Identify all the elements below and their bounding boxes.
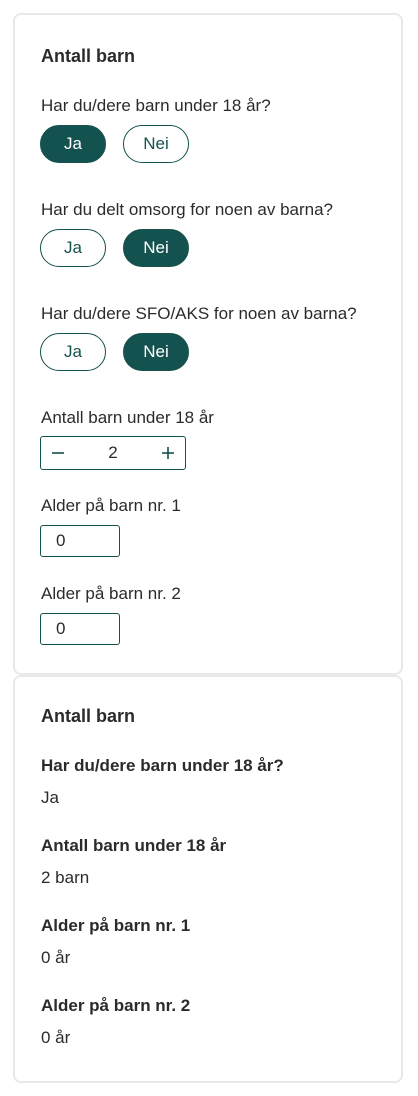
sfo-no-button[interactable]: Nei <box>123 333 189 371</box>
children-form-card: Antall barn Har du/dere barn under 18 år… <box>13 13 403 675</box>
question-shared-care: Har du delt omsorg for noen av barna? <box>41 200 334 219</box>
children-count-label: Antall barn under 18 år <box>41 408 214 427</box>
question-sfo-aks: Har du/dere SFO/AKS for noen av barna? <box>41 304 357 323</box>
child-1-age-input[interactable] <box>40 525 120 557</box>
increment-button[interactable] <box>151 437 185 469</box>
decrement-button[interactable] <box>41 437 75 469</box>
summary-age1-value: 0 år <box>41 948 71 967</box>
summary-age2-value: 0 år <box>41 1028 71 1047</box>
shared-care-no-button[interactable]: Nei <box>123 229 189 267</box>
summary-age2-label: Alder på barn nr. 2 <box>41 996 191 1015</box>
summary-count-value: 2 barn <box>41 868 90 887</box>
plus-icon <box>162 447 174 459</box>
summary-children-value: Ja <box>41 788 59 807</box>
children-yes-button[interactable]: Ja <box>40 125 106 163</box>
question-children-under-18: Har du/dere barn under 18 år? <box>41 96 271 115</box>
children-count-stepper: 2 <box>40 436 186 470</box>
summary-children-label: Har du/dere barn under 18 år? <box>41 756 284 775</box>
shared-care-yes-button[interactable]: Ja <box>40 229 106 267</box>
sfo-yes-button[interactable]: Ja <box>40 333 106 371</box>
child-1-age-label: Alder på barn nr. 1 <box>41 496 181 515</box>
children-no-button[interactable]: Nei <box>123 125 189 163</box>
child-2-age-input[interactable] <box>40 613 120 645</box>
children-summary-card: Antall barn Har du/dere barn under 18 år… <box>13 675 403 1083</box>
child-2-age-label: Alder på barn nr. 2 <box>41 584 181 603</box>
summary-title: Antall barn <box>41 706 136 726</box>
summary-count-label: Antall barn under 18 år <box>41 836 227 855</box>
children-count-value[interactable]: 2 <box>75 443 151 463</box>
minus-icon <box>52 452 64 454</box>
summary-age1-label: Alder på barn nr. 1 <box>41 916 191 935</box>
form-title: Antall barn <box>41 46 136 66</box>
